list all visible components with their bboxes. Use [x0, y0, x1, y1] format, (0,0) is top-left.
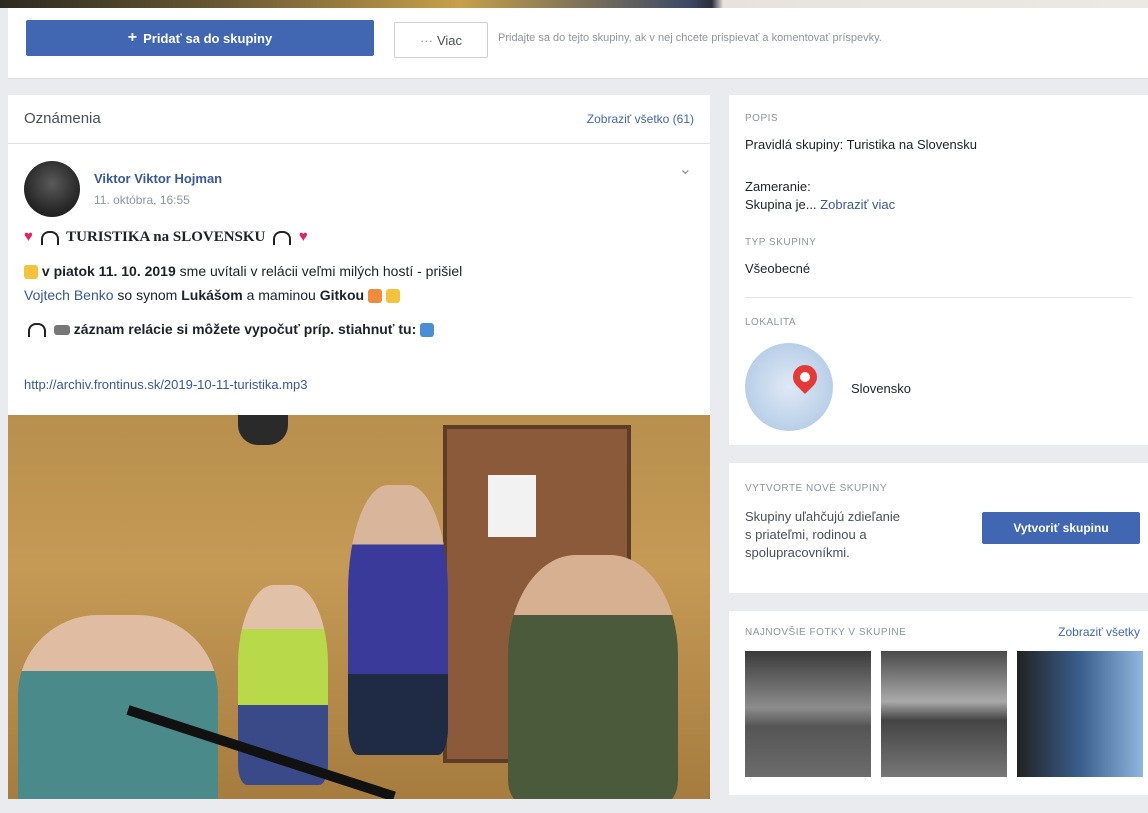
- create-group-text-2: s priateľmi, rodinou a: [745, 527, 867, 542]
- focus-label: Zameranie:: [745, 179, 811, 194]
- headphones-icon: [273, 230, 292, 245]
- see-all-photos-link[interactable]: Zobraziť všetky: [1058, 625, 1140, 639]
- photo-door-paper: [488, 475, 536, 537]
- post-line-3-b: a maminou: [242, 287, 320, 303]
- see-all-announcements-link[interactable]: Zobraziť všetko (61): [587, 112, 694, 126]
- create-group-label: VYTVORTE NOVÉ SKUPINY: [745, 483, 888, 494]
- heart-icon: ♥: [298, 229, 308, 245]
- join-hint-text: Pridajte sa do tejto skupiny, ak v nej c…: [498, 32, 882, 44]
- announcements-header: Oznámenia Zobraziť všetko (61): [8, 95, 710, 144]
- photo-thumbnail[interactable]: [745, 651, 871, 777]
- announcements-panel: Oznámenia Zobraziť všetko (61) Viktor Vi…: [8, 95, 710, 799]
- map-pin-icon: [788, 360, 822, 394]
- location-map-icon[interactable]: [745, 343, 833, 431]
- post-photo[interactable]: [8, 415, 710, 799]
- post-options-icon[interactable]: ⌄: [679, 159, 692, 179]
- map-pin-dot: [797, 369, 813, 385]
- post-line-3-bold1: Lukášom: [181, 287, 243, 303]
- location-value-link[interactable]: Slovensko: [851, 381, 911, 396]
- down-arrow-icon: [420, 323, 435, 338]
- more-dots-icon: ···: [419, 32, 433, 48]
- group-type-label: TYP SKUPINY: [745, 237, 817, 248]
- join-group-button[interactable]: + Pridať sa do skupiny: [26, 20, 374, 56]
- create-group-card: VYTVORTE NOVÉ SKUPINY Skupiny uľahčujú z…: [729, 463, 1148, 593]
- show-more-link[interactable]: Zobraziť viac: [820, 197, 895, 212]
- create-group-text-1: Skupiny uľahčujú zdieľanie: [745, 509, 901, 524]
- post-line-3-a: so synom: [113, 287, 182, 303]
- announcements-title: Oznámenia: [24, 110, 101, 127]
- description-label: POPIS: [745, 113, 779, 124]
- post-line-3-bold2: Gitkou: [319, 287, 365, 303]
- post-line-2: v piatok 11. 10. 2019 sme uvítali v relá…: [24, 263, 463, 280]
- headphones-icon: [40, 230, 59, 245]
- post-headline: ♥ TURISTIKA na SLOVENSKU ♥: [24, 229, 308, 246]
- kiss-emoji-icon: [367, 289, 382, 304]
- post-author-name[interactable]: Viktor Viktor Hojman: [94, 171, 222, 186]
- hand-icon: [24, 265, 38, 280]
- post-line-3: Vojtech Benko so synom Lukášom a maminou…: [24, 287, 400, 304]
- photo-person-young: [18, 615, 218, 799]
- photo-speaker: [238, 415, 288, 445]
- more-button[interactable]: ··· Viac: [394, 22, 488, 58]
- tagged-person-link[interactable]: Vojtech Benko: [24, 287, 114, 303]
- join-group-label: Pridať sa do skupiny: [143, 30, 273, 46]
- heart-icon: ♥: [24, 229, 33, 245]
- group-type-value: Všeobecné: [745, 261, 811, 276]
- post-date-bold: v piatok 11. 10. 2019: [41, 263, 176, 279]
- description-text: Pravidlá skupiny: Turistika na Slovensku: [745, 137, 977, 152]
- group-is-text: Skupina je... Zobraziť viac: [745, 197, 895, 212]
- recent-photos-label: NAJNOVŠIE FOTKY V SKUPINE: [745, 627, 907, 638]
- post-line-4: záznam relácie si môžete vypočuť príp. s…: [24, 321, 435, 338]
- plus-icon: +: [127, 29, 138, 46]
- group-action-bar: + Pridať sa do skupiny ··· Viac Pridajte…: [8, 8, 1148, 79]
- photo-person-bearded: [508, 555, 678, 799]
- group-is-label: Skupina je...: [745, 197, 817, 212]
- location-label: LOKALITA: [745, 317, 797, 328]
- headphones-icon: [28, 323, 46, 338]
- post-line-2-text: sme uvítali v relácii veľmi milých hostí…: [175, 263, 463, 279]
- photo-thumbnail[interactable]: [1017, 651, 1143, 777]
- about-card: POPIS Pravidlá skupiny: Turistika na Slo…: [729, 95, 1148, 445]
- right-sidebar: POPIS Pravidlá skupiny: Turistika na Slo…: [729, 95, 1148, 813]
- hand-icon: [385, 289, 400, 304]
- post-date[interactable]: 11. októbra, 16:55: [94, 193, 190, 207]
- keyboard-icon: [53, 325, 70, 336]
- photo-thumbnail[interactable]: [881, 651, 1007, 777]
- author-avatar[interactable]: [24, 161, 80, 217]
- divider: [745, 297, 1132, 298]
- photo-person-standing: [348, 485, 448, 755]
- post-headline-text: TURISTIKA na SLOVENSKU: [66, 229, 266, 245]
- recent-photos-card: NAJNOVŠIE FOTKY V SKUPINE Zobraziť všetk…: [729, 611, 1148, 795]
- more-label: Viac: [436, 32, 463, 48]
- create-group-text-3: spolupracovníkmi.: [745, 545, 850, 560]
- create-group-button[interactable]: Vytvoriť skupinu: [982, 512, 1140, 544]
- post-line-4-text: záznam relácie si môžete vypočuť príp. s…: [73, 321, 417, 337]
- cover-photo-strip: [0, 0, 1148, 8]
- recording-link[interactable]: http://archiv.frontinus.sk/2019-10-11-tu…: [24, 377, 307, 392]
